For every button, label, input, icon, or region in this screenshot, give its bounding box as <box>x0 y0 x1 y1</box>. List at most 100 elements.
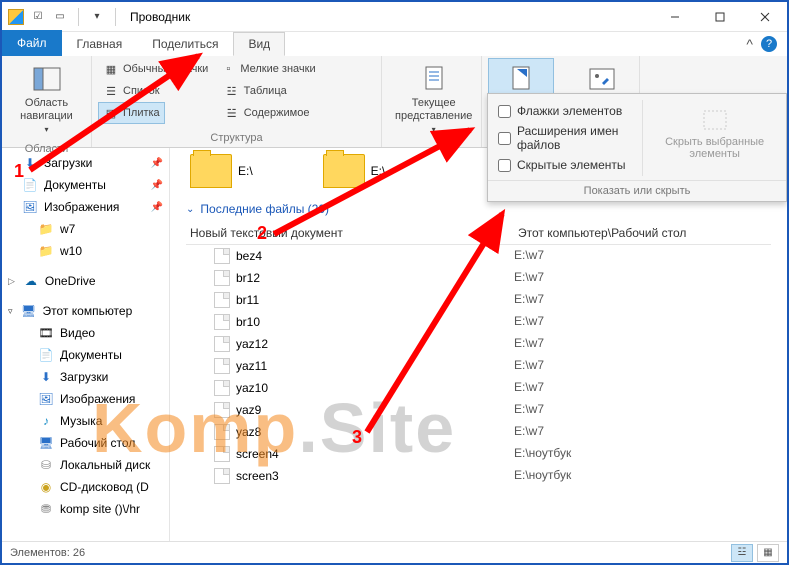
layout-table[interactable]: ☳Таблица <box>219 80 292 102</box>
current-view-button[interactable]: Текущее представление ▾ <box>388 58 479 140</box>
folder-icon: 📁 <box>38 221 54 237</box>
list-item[interactable]: br12E:\w7 <box>186 267 771 289</box>
disk-icon: ⛁ <box>38 457 54 473</box>
tab-view[interactable]: Вид <box>233 32 285 56</box>
chevron-down-icon[interactable]: ▿ <box>8 306 13 317</box>
hide-selected-icon <box>699 104 731 136</box>
chevron-down-icon: ⌄ <box>186 204 194 215</box>
file-icon <box>214 336 230 352</box>
view-large-button[interactable]: ▦ <box>757 544 779 562</box>
main-panel[interactable]: E:\ E:\ ⌄ Последние файлы (20) Новый тек… <box>170 148 787 541</box>
navigation-pane-icon <box>31 63 63 95</box>
chevron-right-icon[interactable]: ▷ <box>8 276 15 287</box>
qa-dropdown-icon[interactable]: ▾ <box>89 9 105 25</box>
status-count: 26 <box>73 547 85 559</box>
onedrive-icon: ☁ <box>23 273 39 289</box>
documents-icon: 📄 <box>38 347 54 363</box>
nav-downloads2[interactable]: ⬇Загрузки <box>2 366 169 388</box>
nav-downloads[interactable]: ⬇Загрузки📌 <box>2 152 169 174</box>
list-item[interactable]: bez4E:\w7 <box>186 245 771 267</box>
dropdown-footer: Показать или скрыть <box>488 180 786 201</box>
folder-icon <box>190 154 232 188</box>
ribbon-tabs: Файл Главная Поделиться Вид ^ ? <box>2 32 787 56</box>
qa-properties-icon[interactable]: ▭ <box>52 9 68 25</box>
list-item[interactable]: yaz12E:\w7 <box>186 333 771 355</box>
network-drive-icon: ⛃ <box>38 501 54 517</box>
list-item[interactable]: br10E:\w7 <box>186 311 771 333</box>
show-hide-icon <box>505 63 537 95</box>
pin-icon: 📌 <box>151 158 163 169</box>
app-icon <box>8 9 24 25</box>
layout-list[interactable]: ☰Список <box>98 80 165 102</box>
frequent-folder[interactable]: E:\ <box>323 154 386 188</box>
status-count-label: Элементов: <box>10 547 70 559</box>
col-path: Этот компьютер\Рабочий стол <box>518 226 686 240</box>
ribbon-group-layout-label: Структура <box>98 129 375 147</box>
layout-small-icons[interactable]: ▫Мелкие значки <box>215 58 320 80</box>
file-icon <box>214 314 230 330</box>
nav-onedrive[interactable]: ▷☁OneDrive <box>2 270 169 292</box>
navigation-pane-button[interactable]: Область навигации ▾ <box>8 58 85 140</box>
nav-w10[interactable]: 📁w10 <box>2 240 169 262</box>
explorer-window: ☑ ▭ ▾ Проводник Файл Главная Поделиться … <box>0 0 789 565</box>
check-file-extensions[interactable]: Расширения имен файлов <box>498 124 632 152</box>
navigation-pane[interactable]: ⬇Загрузки📌 📄Документы📌 🖼Изображения📌 📁w7… <box>2 148 170 541</box>
ribbon-collapse-icon[interactable]: ^ <box>746 36 753 52</box>
view-details-button[interactable]: ☳ <box>731 544 753 562</box>
tiles-icon: ▤ <box>103 105 119 121</box>
file-icon <box>214 292 230 308</box>
frequent-folder[interactable]: E:\ <box>190 154 253 188</box>
hide-selected-button: Скрыть выбранные элементы <box>642 100 786 176</box>
nav-kompsite[interactable]: ⛃komp site ()\/hr <box>2 498 169 520</box>
close-button[interactable] <box>742 3 787 31</box>
pin-icon: 📌 <box>151 202 163 213</box>
downloads-icon: ⬇ <box>22 155 38 171</box>
nav-thispc[interactable]: ▿🖥Этот компьютер <box>2 300 169 322</box>
list-item[interactable]: br11E:\w7 <box>186 289 771 311</box>
qa-checkbox-icon[interactable]: ☑ <box>30 9 46 25</box>
check-hidden-items[interactable]: Скрытые элементы <box>498 158 632 172</box>
pictures-icon: 🖼 <box>38 391 54 407</box>
list-item[interactable]: screen3E:\ноутбук <box>186 465 771 487</box>
folder-icon: 📁 <box>38 243 54 259</box>
nav-w7[interactable]: 📁w7 <box>2 218 169 240</box>
tab-share[interactable]: Поделиться <box>137 32 233 56</box>
window-title: Проводник <box>130 10 190 24</box>
maximize-button[interactable] <box>697 3 742 31</box>
nav-documents[interactable]: 📄Документы📌 <box>2 174 169 196</box>
content-icon: ☱ <box>224 105 240 121</box>
layout-normal-icons[interactable]: ▦Обычные значки <box>98 58 213 80</box>
pin-icon: 📌 <box>151 180 163 191</box>
statusbar: Элементов: 26 ☳ ▦ <box>2 541 787 563</box>
medium-icons-icon: ▦ <box>103 61 119 77</box>
nav-cddrive[interactable]: ◉CD-дисковод (D <box>2 476 169 498</box>
desktop-icon: 🖥 <box>38 435 54 451</box>
tab-home[interactable]: Главная <box>62 32 138 56</box>
col-name: Новый текстовый документ <box>190 226 518 240</box>
nav-documents2[interactable]: 📄Документы <box>2 344 169 366</box>
help-icon[interactable]: ? <box>761 36 777 52</box>
cd-icon: ◉ <box>38 479 54 495</box>
annotation-2: 2 <box>257 223 267 244</box>
tab-file[interactable]: Файл <box>2 30 62 56</box>
file-icon <box>214 248 230 264</box>
list-item[interactable]: yaz11E:\w7 <box>186 355 771 377</box>
nav-videos[interactable]: 🎞Видео <box>2 322 169 344</box>
nav-pictures[interactable]: 🖼Изображения📌 <box>2 196 169 218</box>
pc-icon: 🖥 <box>21 303 37 319</box>
documents-icon: 📄 <box>22 177 38 193</box>
current-view-icon <box>418 63 450 95</box>
pictures-icon: 🖼 <box>22 199 38 215</box>
minimize-button[interactable] <box>652 3 697 31</box>
file-icon <box>214 468 230 484</box>
list-icon: ☰ <box>103 83 119 99</box>
show-hide-dropdown: Флажки элементов Расширения имен файлов … <box>487 93 787 202</box>
music-icon: ♪ <box>38 413 54 429</box>
layout-content[interactable]: ☱Содержимое <box>219 102 315 124</box>
check-item-checkboxes[interactable]: Флажки элементов <box>498 104 632 118</box>
file-icon <box>214 270 230 286</box>
watermark: Komp.Site <box>92 388 456 468</box>
file-icon <box>214 358 230 374</box>
annotation-1: 1 <box>14 161 24 182</box>
layout-tiles[interactable]: ▤Плитка <box>98 102 165 124</box>
